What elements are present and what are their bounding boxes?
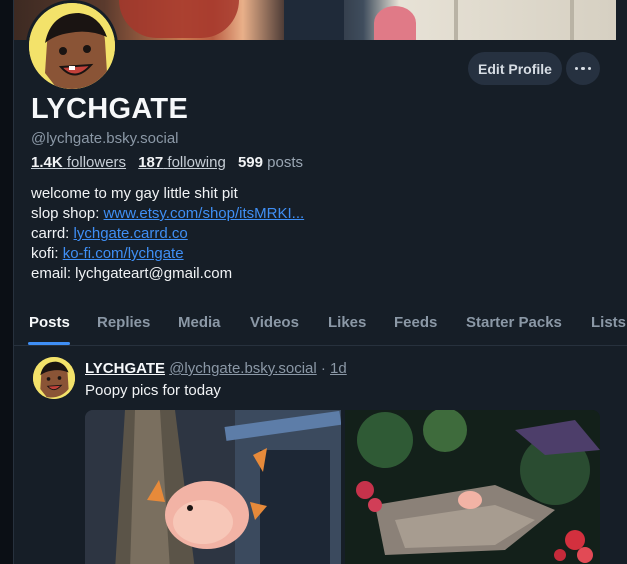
- profile-panel: Edit Profile LYCHGATE @lychgate.bsky.soc…: [13, 0, 627, 564]
- bio-label: carrd:: [31, 225, 74, 242]
- post-author-handle[interactable]: @lychgate.bsky.social: [169, 360, 317, 377]
- bio-line: carrd: lychgate.carrd.co: [31, 224, 304, 244]
- tab-likes[interactable]: Likes: [328, 314, 366, 331]
- bio-label: slop shop:: [31, 205, 104, 222]
- tab-replies[interactable]: Replies: [97, 314, 150, 331]
- posts-count: 599: [237, 154, 263, 171]
- followers-label: followers: [66, 154, 127, 171]
- photo-plush-on-statue: [85, 410, 341, 564]
- left-gutter: [0, 0, 13, 564]
- post-author-avatar[interactable]: [33, 357, 75, 399]
- banner-art: [119, 0, 239, 38]
- following-link[interactable]: 187 following: [138, 154, 226, 171]
- followers-link[interactable]: 1.4K followers: [31, 154, 126, 171]
- edit-profile-button[interactable]: Edit Profile: [468, 52, 562, 85]
- banner-art: [284, 0, 344, 40]
- tab-posts[interactable]: Posts: [29, 314, 70, 331]
- more-dot-icon: [574, 66, 579, 71]
- bio-line: welcome to my gay little shit pit: [31, 185, 238, 202]
- bio-line: email: lychgateart@gmail.com: [31, 265, 233, 282]
- profile-handle: @lychgate.bsky.social: [31, 130, 179, 147]
- post-timestamp[interactable]: 1d: [330, 360, 347, 377]
- post-image[interactable]: [345, 410, 600, 564]
- active-tab-indicator: [28, 342, 70, 345]
- more-options-button[interactable]: [566, 52, 600, 85]
- posts-label: posts: [267, 154, 304, 171]
- more-dot-icon: [587, 66, 592, 71]
- more-dot-icon: [581, 66, 585, 71]
- followers-count: 1.4K: [31, 154, 63, 171]
- profile-avatar[interactable]: [26, 0, 118, 92]
- bio-label: kofi:: [31, 245, 63, 262]
- tab-media[interactable]: Media: [178, 314, 221, 331]
- avatar-illustration: [33, 357, 75, 399]
- banner-art: [374, 6, 416, 40]
- following-label: following: [167, 154, 226, 171]
- carrd-link[interactable]: lychgate.carrd.co: [74, 225, 188, 242]
- post-text: Poopy pics for today: [85, 382, 221, 399]
- etsy-link[interactable]: www.etsy.com/shop/itsMRKI...: [104, 205, 305, 222]
- photo-plush-on-rock-garden: [345, 410, 600, 564]
- following-count: 187: [138, 154, 164, 171]
- post-author-name[interactable]: LYCHGATE: [85, 360, 165, 377]
- banner-art: [454, 0, 574, 40]
- post-separator: ·: [320, 360, 326, 377]
- avatar-illustration: [29, 3, 115, 89]
- bio-line: kofi: ko-fi.com/lychgate: [31, 244, 304, 264]
- post-image[interactable]: [85, 410, 341, 564]
- tab-lists[interactable]: Lists: [591, 314, 626, 331]
- profile-bio: welcome to my gay little shit pit slop s…: [31, 184, 304, 284]
- tab-starter-packs[interactable]: Starter Packs: [466, 314, 562, 331]
- profile-tabs: Posts Replies Media Videos Likes Feeds S…: [14, 302, 627, 346]
- post-header: LYCHGATE @lychgate.bsky.social · 1d: [85, 360, 347, 377]
- profile-stats: 1.4K followers 187 following 599 posts: [31, 154, 303, 171]
- kofi-link[interactable]: ko-fi.com/lychgate: [63, 245, 184, 262]
- tab-feeds[interactable]: Feeds: [394, 314, 437, 331]
- display-name: LYCHGATE: [31, 93, 189, 125]
- bio-line: slop shop: www.etsy.com/shop/itsMRKI...: [31, 204, 304, 224]
- tab-videos[interactable]: Videos: [250, 314, 299, 331]
